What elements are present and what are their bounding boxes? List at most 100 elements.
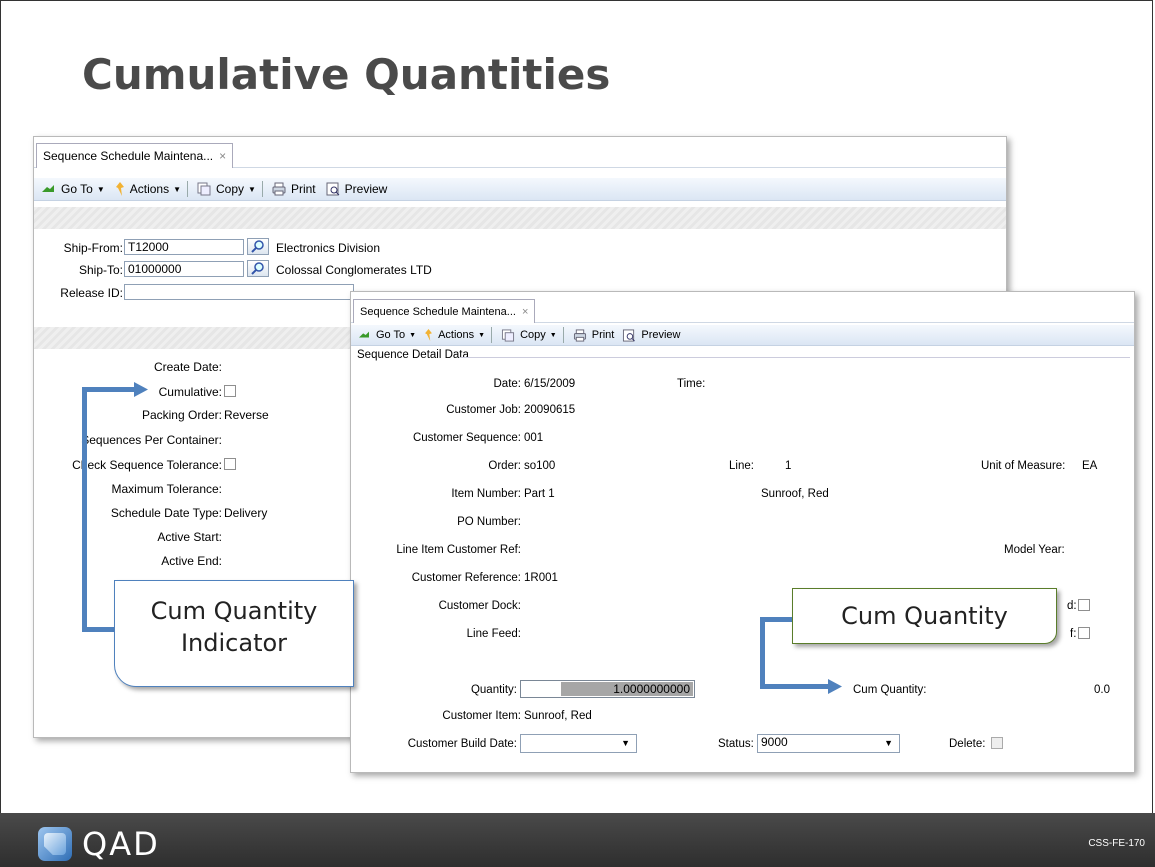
preview-button[interactable]: Preview xyxy=(326,182,387,196)
cum-arrow-top xyxy=(760,617,794,622)
seq-per-container-label: Sequences Per Container: xyxy=(81,433,222,447)
check-seq-tol-label: Check Sequence Tolerance: xyxy=(72,458,222,472)
search-icon xyxy=(251,262,264,275)
indicator-arrowhead xyxy=(134,382,148,397)
callout-line-2: Indicator xyxy=(180,629,288,657)
status-label: Status: xyxy=(718,738,754,750)
ship-from-label: Ship-From: xyxy=(63,241,123,255)
customer-reference-value: 1R001 xyxy=(524,572,558,584)
status-select[interactable]: 9000 ▼ xyxy=(757,734,900,753)
customer-seq-label: Customer Sequence: xyxy=(412,432,521,444)
active-start-label: Active Start: xyxy=(157,530,222,544)
quantity-value: 1.0000000000 xyxy=(613,682,690,696)
delete-checkbox[interactable] xyxy=(991,737,1003,749)
slide-title: Cumulative Quantities xyxy=(82,50,611,99)
close-icon[interactable]: × xyxy=(219,149,226,163)
tab-sequence-schedule[interactable]: Sequence Schedule Maintena... × xyxy=(36,143,234,168)
actions-button[interactable]: Actions ▼ xyxy=(424,329,485,341)
hidden-option-checkbox-2[interactable] xyxy=(1078,627,1090,639)
order-value: so100 xyxy=(524,460,556,472)
line-item-ref-label: Line Item Customer Ref: xyxy=(396,544,521,556)
window-sequence-detail-front: Sequence Schedule Maintena... × Go To ▼ Ac… xyxy=(350,291,1135,773)
goto-button[interactable]: Go To ▼ xyxy=(40,182,105,196)
section-divider xyxy=(459,357,1130,358)
goto-label: Go To xyxy=(376,329,406,341)
hidden-option-checkbox-1[interactable] xyxy=(1078,599,1090,611)
chevron-down-icon: ▼ xyxy=(409,331,417,339)
copy-label: Copy xyxy=(216,182,245,196)
date-value: 6/15/2009 xyxy=(524,378,576,390)
quantity-label: Quantity: xyxy=(470,684,517,696)
chevron-down-icon: ▼ xyxy=(248,184,256,194)
model-year-label: Model Year: xyxy=(1004,544,1065,556)
customer-dock-label: Customer Dock: xyxy=(438,600,521,612)
preview-icon xyxy=(326,182,339,196)
ship-from-field[interactable]: T12000 xyxy=(124,239,244,255)
build-date-select[interactable]: ▼ xyxy=(520,734,637,753)
goto-button[interactable]: Go To ▼ xyxy=(357,329,416,341)
customer-item-value: Sunroof, Red xyxy=(524,710,592,722)
copy-button[interactable]: Copy ▼ xyxy=(197,182,256,196)
customer-job-value: 20090615 xyxy=(524,404,576,416)
date-label: Date: xyxy=(493,378,522,390)
preview-icon xyxy=(623,328,636,342)
copy-icon xyxy=(502,328,515,342)
packing-order-label: Packing Order: xyxy=(141,408,222,422)
release-id-field[interactable] xyxy=(124,284,354,300)
copy-icon xyxy=(197,182,211,196)
close-icon[interactable]: × xyxy=(522,306,528,318)
cum-quantity-label: Cum Quantity: xyxy=(853,684,927,696)
chevron-down-icon: ▼ xyxy=(884,738,893,748)
copy-label: Copy xyxy=(520,329,546,341)
cumulative-checkbox[interactable] xyxy=(224,385,236,397)
customer-item-label: Customer Item: xyxy=(442,710,521,722)
lightbulb-icon xyxy=(115,182,124,196)
preview-button[interactable]: Preview xyxy=(622,328,681,342)
chevron-down-icon: ▼ xyxy=(549,331,557,339)
uom-value: EA xyxy=(1082,460,1098,472)
quantity-field[interactable]: 1.0000000000 xyxy=(520,680,695,698)
customer-job-label: Customer Job: xyxy=(446,404,521,416)
actions-button[interactable]: Actions ▼ xyxy=(115,182,181,196)
cum-arrow-vertical xyxy=(760,617,765,689)
tab-title: Sequence Schedule Maintena... xyxy=(43,149,214,163)
check-seq-tol-checkbox[interactable] xyxy=(224,458,236,470)
tab-sequence-schedule[interactable]: Sequence Schedule Maintena... × xyxy=(353,299,536,323)
print-button[interactable]: Print xyxy=(272,182,316,196)
toolbar-separator xyxy=(491,327,493,343)
print-label: Print xyxy=(290,182,316,196)
slide-footer xyxy=(0,813,1155,867)
item-number-value: Part 1 xyxy=(524,488,555,500)
item-number-label: Item Number: xyxy=(451,488,521,500)
customer-seq-value: 001 xyxy=(524,432,544,444)
goto-label: Go To xyxy=(61,182,93,196)
copy-button[interactable]: Copy ▼ xyxy=(501,328,557,342)
goto-arrow-icon xyxy=(359,331,369,338)
sched-date-type-label: Schedule Date Type: xyxy=(110,506,222,520)
customer-reference-label: Customer Reference: xyxy=(411,572,521,584)
status-value: 9000 xyxy=(761,735,788,749)
ship-to-field[interactable]: 01000000 xyxy=(124,261,244,277)
line-label: Line: xyxy=(729,460,754,472)
cum-quantity-value: 0.0 xyxy=(1094,684,1110,696)
line-feed-label: Line Feed: xyxy=(466,628,521,640)
indicator-arrow-vertical xyxy=(82,387,87,632)
print-label: Print xyxy=(591,329,615,341)
printer-icon xyxy=(272,182,286,196)
cum-arrowhead xyxy=(828,679,842,694)
tab-bar: Sequence Schedule Maintena... × xyxy=(351,292,1134,323)
toolbar-separator xyxy=(187,181,189,197)
toolbar-separator xyxy=(261,181,263,197)
chevron-down-icon: ▼ xyxy=(621,738,630,748)
line-value: 1 xyxy=(785,460,792,472)
print-button[interactable]: Print xyxy=(573,328,615,342)
indicator-arrow-top xyxy=(82,387,137,392)
partial-label-f: f: xyxy=(1070,628,1077,640)
preview-label: Preview xyxy=(641,329,681,341)
ship-to-label: Ship-To: xyxy=(78,263,123,277)
actions-label: Actions xyxy=(438,329,475,341)
ship-to-lookup-button[interactable] xyxy=(247,260,269,277)
toolbar: Go To ▼ Actions ▼ Copy ▼ Print Preview xyxy=(351,325,1134,346)
ship-from-lookup-button[interactable] xyxy=(247,238,269,255)
time-label: Time: xyxy=(677,378,706,390)
